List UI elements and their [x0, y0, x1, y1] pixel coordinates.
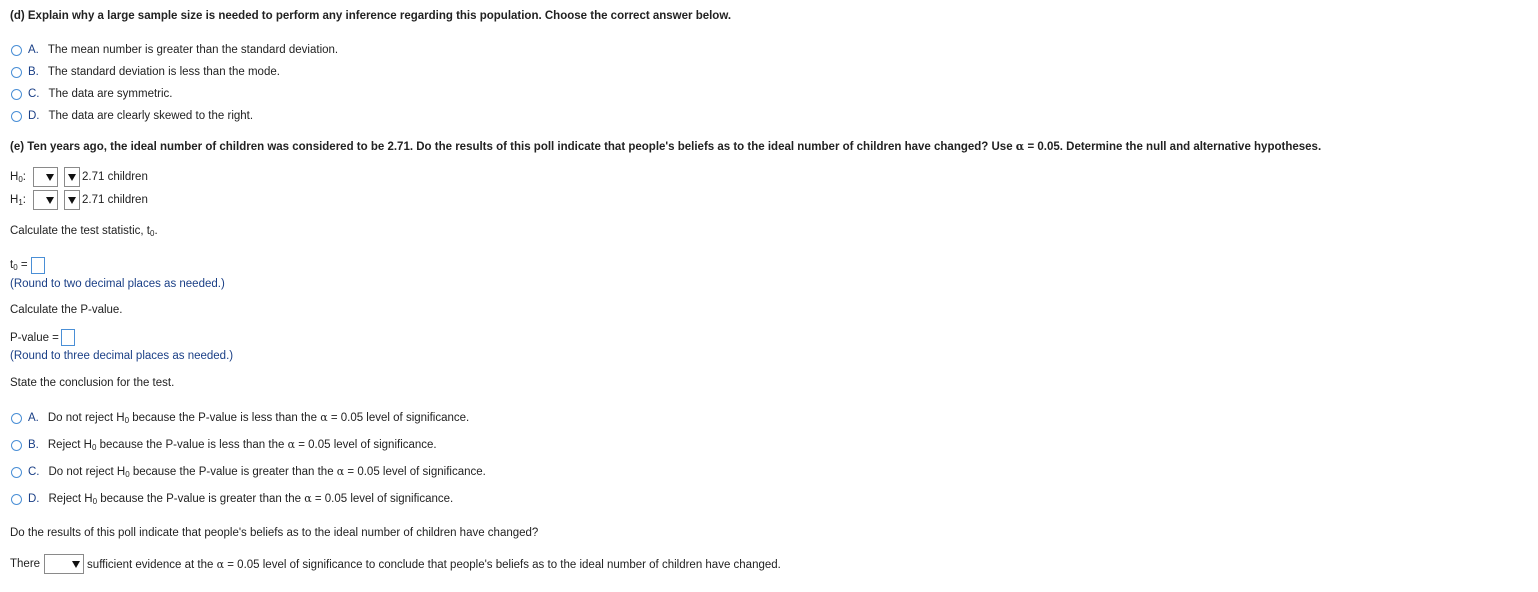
option-letter: D.: [28, 110, 40, 122]
radio-button[interactable]: [11, 110, 22, 122]
pvalue-prompt: Calculate the P-value.: [10, 304, 123, 316]
option-d-c[interactable]: C. The data are symmetric.: [11, 88, 172, 100]
conclusion-prompt: State the conclusion for the test.: [10, 377, 175, 389]
final-pre-text: There: [10, 558, 41, 570]
h0-value-text: 2.71 children: [82, 171, 148, 183]
radio-button[interactable]: [11, 439, 22, 451]
question-end: . Determine the null and alternative hyp…: [1059, 141, 1322, 153]
option-d-d[interactable]: D. The data are clearly skewed to the ri…: [11, 110, 253, 122]
final-answer-row: There sufficient evidence at the α = 0.0…: [10, 554, 781, 574]
radio-button[interactable]: [11, 412, 22, 424]
radio-button[interactable]: [11, 66, 22, 78]
radio-button[interactable]: [11, 44, 22, 56]
part-d-question: (d) Explain why a large sample size is n…: [10, 10, 732, 22]
option-letter: A.: [28, 412, 39, 424]
t0-label: t0 =: [10, 259, 28, 272]
pvalue-input[interactable]: [60, 329, 75, 346]
h0-parameter-select[interactable]: [33, 167, 58, 187]
conclusion-option-b[interactable]: B. Reject H0 because the P-value is less…: [11, 438, 437, 452]
radio-button[interactable]: [11, 88, 22, 100]
option-letter: D.: [28, 493, 40, 505]
h1-row: H1: 2.71 children: [10, 190, 148, 210]
conclusion-option-a[interactable]: A. Do not reject H0 because the P-value …: [11, 411, 469, 425]
t0-input[interactable]: [30, 257, 45, 274]
conclusion-option-d[interactable]: D. Reject H0 because the P-value is grea…: [11, 492, 453, 506]
alpha-value: = 0.05: [1024, 141, 1060, 153]
radio-button[interactable]: [11, 466, 22, 478]
h1-value-text: 2.71 children: [82, 194, 148, 206]
option-letter: C.: [28, 88, 40, 100]
conclusion-option-c[interactable]: C. Do not reject H0 because the P-value …: [11, 465, 486, 479]
t0-row: t0 =: [10, 257, 45, 274]
option-text: Reject H0 because the P-value is less th…: [47, 438, 437, 452]
h1-relation-select[interactable]: [64, 190, 80, 210]
option-d-a[interactable]: A. The mean number is greater than the s…: [11, 44, 338, 56]
option-text: Do not reject H0 because the P-value is …: [47, 411, 470, 425]
evidence-select[interactable]: [44, 554, 85, 574]
final-question: Do the results of this poll indicate tha…: [10, 527, 539, 539]
option-letter: C.: [28, 466, 40, 478]
pvalue-label: P-value =: [10, 331, 59, 344]
h1-parameter-select[interactable]: [33, 190, 58, 210]
option-letter: B.: [28, 66, 39, 78]
alpha-symbol: α: [1015, 140, 1025, 153]
h0-label: H0:: [10, 170, 26, 184]
option-d-b[interactable]: B. The standard deviation is less than t…: [11, 66, 280, 78]
option-text: The data are clearly skewed to the right…: [48, 110, 254, 122]
option-text: The data are symmetric.: [48, 88, 173, 100]
t0-hint: (Round to two decimal places as needed.): [10, 278, 225, 290]
test-stat-prompt: Calculate the test statistic, t0.: [10, 225, 158, 238]
option-text: The mean number is greater than the stan…: [47, 44, 339, 56]
option-text: Do not reject H0 because the P-value is …: [48, 465, 486, 479]
option-letter: B.: [28, 439, 39, 451]
part-e-question: (e) Ten years ago, the ideal number of c…: [10, 140, 1321, 153]
h0-row: H0: 2.71 children: [10, 167, 148, 187]
option-letter: A.: [28, 44, 39, 56]
option-text: Reject H0 because the P-value is greater…: [48, 492, 454, 506]
option-text: The standard deviation is less than the …: [47, 66, 280, 78]
pvalue-hint: (Round to three decimal places as needed…: [10, 350, 234, 362]
question-start: (e) Ten years ago, the ideal number of c…: [10, 141, 1016, 153]
radio-button[interactable]: [11, 493, 22, 505]
final-post-text: sufficient evidence at the α = 0.05 leve…: [87, 557, 781, 571]
pvalue-row: P-value =: [10, 329, 75, 346]
h1-label: H1:: [10, 193, 26, 207]
h0-relation-select[interactable]: [64, 167, 80, 187]
